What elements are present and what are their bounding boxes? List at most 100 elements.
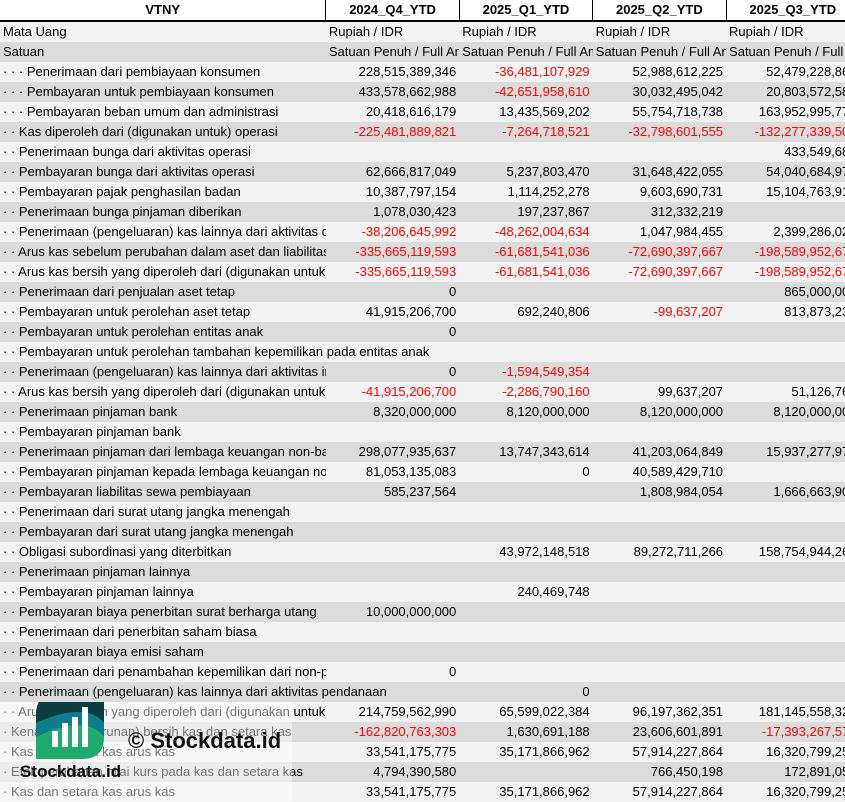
company-ticker-header[interactable]: VTNY: [0, 0, 327, 22]
value-cell[interactable]: 692,240,806: [459, 302, 593, 322]
value-cell[interactable]: 33,541,175,775: [325, 782, 460, 802]
row-label[interactable]: · · Penerimaan bunga pinjaman diberikan: [0, 202, 326, 222]
value-cell[interactable]: [325, 582, 460, 602]
value-cell[interactable]: -38,206,645,992: [325, 222, 460, 242]
value-cell[interactable]: 23,606,601,891: [592, 722, 727, 742]
value-cell[interactable]: [726, 322, 845, 342]
row-label[interactable]: · · · Pembayaran beban umum dan administ…: [0, 102, 326, 122]
value-cell[interactable]: 8,120,000,000: [592, 402, 727, 422]
cell[interactable]: Satuan Penuh / Full Amount: [726, 42, 845, 62]
value-cell[interactable]: 10,000,000,000: [325, 602, 460, 622]
value-cell[interactable]: [459, 762, 593, 782]
value-cell[interactable]: [459, 662, 593, 682]
value-cell[interactable]: -7,264,718,521: [459, 122, 593, 142]
row-label[interactable]: · · Arus kas bersih yang diperoleh dari …: [0, 382, 326, 402]
value-cell[interactable]: 214,759,562,990: [325, 702, 460, 722]
value-cell[interactable]: 1,047,984,455: [592, 222, 727, 242]
row-label[interactable]: · · Pembayaran pajak penghasilan badan: [0, 182, 326, 202]
value-cell[interactable]: [726, 682, 845, 702]
value-cell[interactable]: [459, 482, 593, 502]
value-cell[interactable]: 10,387,797,154: [325, 182, 460, 202]
value-cell[interactable]: 35,171,866,962: [459, 782, 593, 802]
value-cell[interactable]: [325, 642, 460, 662]
row-label[interactable]: · · Arus kas bersih yang diperoleh dari …: [0, 262, 326, 282]
cell[interactable]: Rupiah / IDR: [726, 21, 845, 42]
value-cell[interactable]: [592, 662, 727, 682]
value-cell[interactable]: 35,171,866,962: [459, 742, 593, 762]
row-label[interactable]: · · Penerimaan (pengeluaran) kas lainnya…: [0, 222, 326, 242]
column-header[interactable]: 2024_Q4_YTD: [325, 0, 460, 22]
value-cell[interactable]: 1,630,691,188: [459, 722, 593, 742]
row-label[interactable]: · · Penerimaan pinjaman lainnya: [0, 562, 326, 582]
value-cell[interactable]: -32,798,601,555: [592, 122, 727, 142]
row-label[interactable]: · · Pembayaran untuk perolehan aset teta…: [0, 302, 326, 322]
row-label[interactable]: · · Pembayaran pinjaman lainnya: [0, 582, 326, 602]
column-header[interactable]: 2025_Q2_YTD: [592, 0, 727, 22]
value-cell[interactable]: 298,077,935,637: [325, 442, 460, 462]
value-cell[interactable]: [726, 662, 845, 682]
row-label[interactable]: · · Penerimaan dari penambahan kepemilik…: [0, 662, 326, 682]
value-cell[interactable]: [325, 502, 460, 522]
row-label[interactable]: · · · Penerimaan dari pembiayaan konsume…: [0, 62, 326, 82]
value-cell[interactable]: [459, 522, 593, 542]
value-cell[interactable]: 312,332,219: [592, 202, 727, 222]
value-cell[interactable]: [592, 622, 727, 642]
row-label[interactable]: · · Penerimaan (pengeluaran) kas lainnya…: [0, 682, 387, 702]
value-cell[interactable]: [726, 202, 845, 222]
row-label[interactable]: · · Pembayaran biaya penerbitan surat be…: [0, 602, 326, 622]
value-cell[interactable]: -1,594,549,354: [459, 362, 593, 382]
value-cell[interactable]: 1,078,030,423: [325, 202, 460, 222]
value-cell[interactable]: 15,937,277,975: [726, 442, 845, 462]
value-cell[interactable]: -41,915,206,700: [325, 382, 460, 402]
value-cell[interactable]: 57,914,227,864: [592, 782, 727, 802]
value-cell[interactable]: [592, 322, 727, 342]
value-cell[interactable]: [459, 422, 593, 442]
value-cell[interactable]: [592, 422, 727, 442]
value-cell[interactable]: [325, 522, 460, 542]
row-label[interactable]: · · Kas diperoleh dari (digunakan untuk)…: [0, 122, 326, 142]
value-cell[interactable]: 40,589,429,710: [592, 462, 727, 482]
value-cell[interactable]: [459, 642, 593, 662]
value-cell[interactable]: 33,541,175,775: [325, 742, 460, 762]
value-cell[interactable]: [726, 602, 845, 622]
value-cell[interactable]: 8,120,000,000: [726, 402, 845, 422]
value-cell[interactable]: [592, 582, 727, 602]
value-cell[interactable]: [726, 502, 845, 522]
value-cell[interactable]: -36,481,107,929: [459, 62, 593, 82]
value-cell[interactable]: 2,399,286,028: [726, 222, 845, 242]
value-cell[interactable]: 1,114,252,278: [459, 182, 593, 202]
value-cell[interactable]: 240,469,748: [459, 582, 593, 602]
value-cell[interactable]: 433,578,662,988: [325, 82, 460, 102]
row-label[interactable]: · · Pembayaran pinjaman kepada lembaga k…: [0, 462, 326, 482]
value-cell[interactable]: 52,988,612,225: [592, 62, 727, 82]
value-cell[interactable]: [726, 622, 845, 642]
value-cell[interactable]: 181,145,558,329: [726, 702, 845, 722]
row-label[interactable]: · · Penerimaan pinjaman dari lembaga keu…: [0, 442, 326, 462]
value-cell[interactable]: 766,450,198: [592, 762, 727, 782]
value-cell[interactable]: [459, 342, 593, 362]
value-cell[interactable]: [459, 142, 593, 162]
value-cell[interactable]: 4,794,390,580: [325, 762, 460, 782]
value-cell[interactable]: [325, 622, 460, 642]
row-label[interactable]: · · Arus kas sebelum perubahan dalam ase…: [0, 242, 326, 262]
value-cell[interactable]: [592, 562, 727, 582]
value-cell[interactable]: -198,589,952,675: [726, 242, 845, 262]
row-label[interactable]: · · Penerimaan pinjaman bank: [0, 402, 326, 422]
value-cell[interactable]: 89,272,711,266: [592, 542, 727, 562]
row-label[interactable]: · · Pembayaran liabilitas sewa pembiayaa…: [0, 482, 326, 502]
row-label[interactable]: · · · Pembayaran untuk pembiayaan konsum…: [0, 82, 326, 102]
value-cell[interactable]: 41,915,206,700: [325, 302, 460, 322]
row-label[interactable]: · · Pembayaran dari surat utang jangka m…: [0, 522, 326, 542]
column-header[interactable]: 2025_Q3_YTD: [726, 0, 845, 22]
value-cell[interactable]: 0: [325, 662, 460, 682]
row-label[interactable]: Satuan: [0, 42, 326, 62]
value-cell[interactable]: -198,589,952,675: [726, 262, 845, 282]
value-cell[interactable]: 8,120,000,000: [459, 402, 593, 422]
value-cell[interactable]: 9,603,690,731: [592, 182, 727, 202]
value-cell[interactable]: 0: [459, 462, 593, 482]
value-cell[interactable]: 41,203,064,849: [592, 442, 727, 462]
value-cell[interactable]: [592, 522, 727, 542]
cell[interactable]: Satuan Penuh / Full Amount: [459, 42, 593, 62]
value-cell[interactable]: 99,637,207: [592, 382, 727, 402]
value-cell[interactable]: -162,820,763,303: [325, 722, 460, 742]
